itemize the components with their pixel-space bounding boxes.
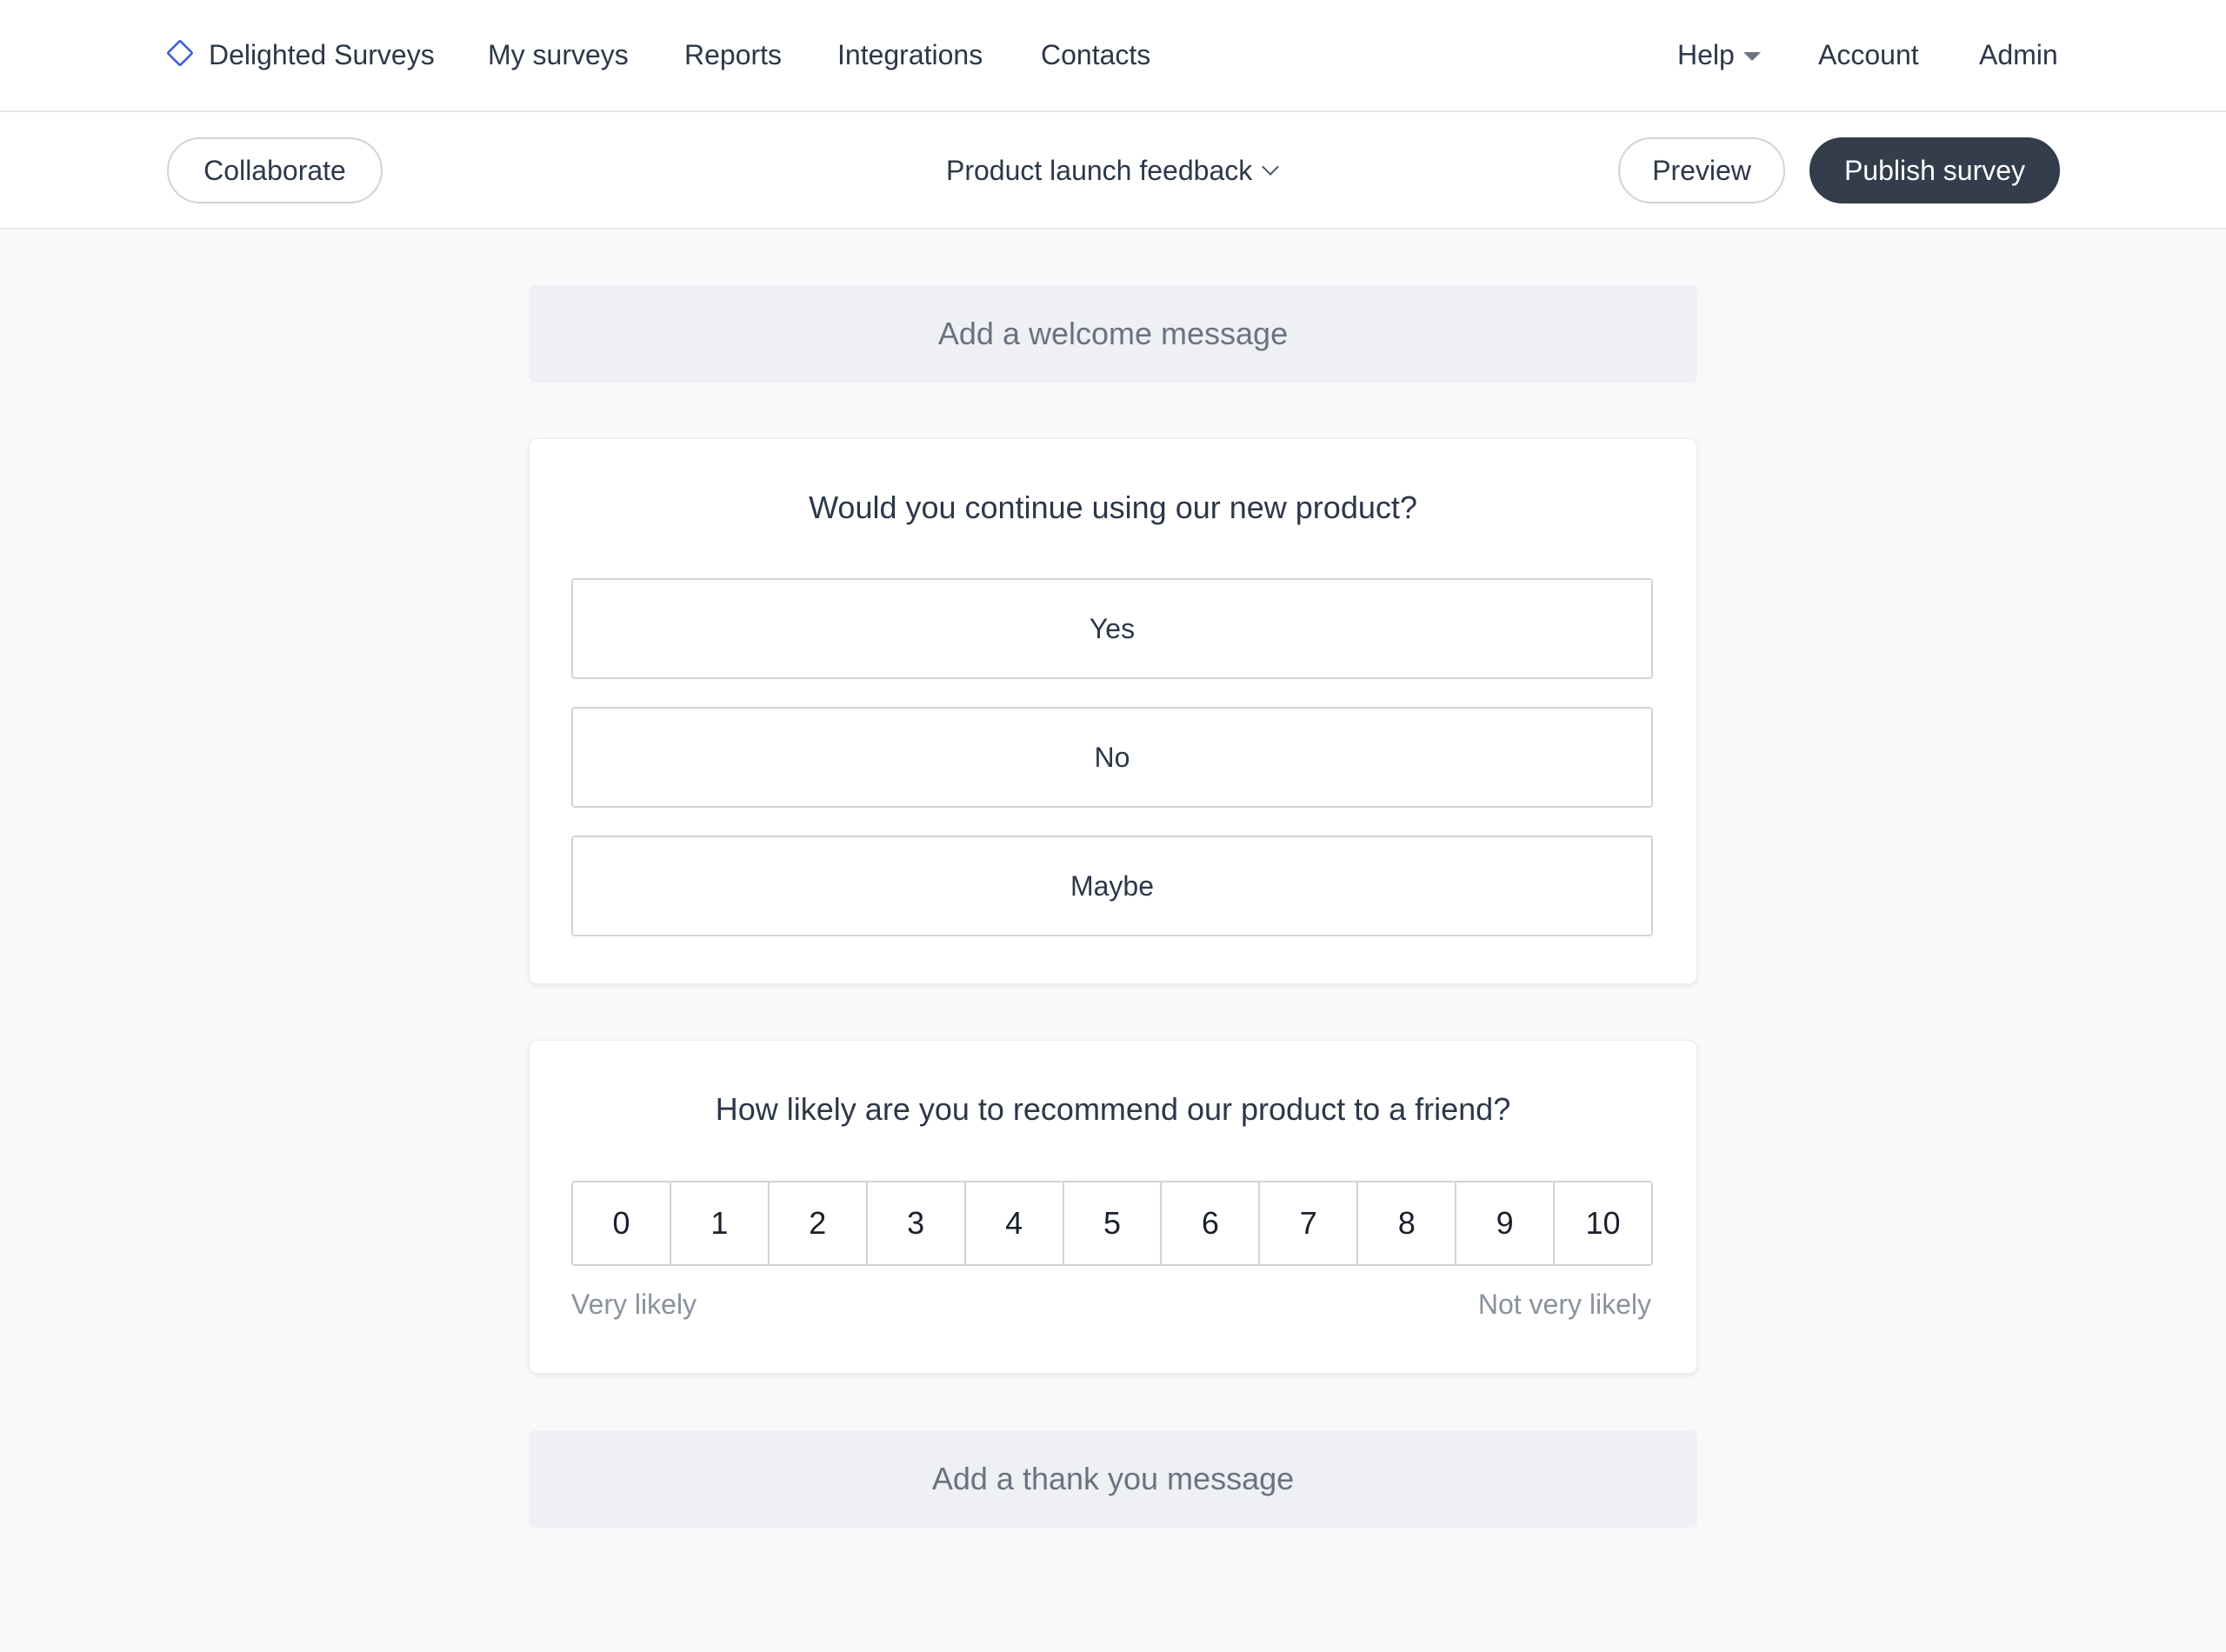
choice-maybe[interactable]: Maybe [571,836,1653,936]
account-label: Account [1818,39,1919,70]
scale-option-10[interactable]: 10 [1555,1182,1651,1264]
nav-account[interactable]: Account [1818,36,1919,74]
nav-my-surveys[interactable]: My surveys [488,36,629,74]
question-card-2: How likely are you to recommend our prod… [529,1040,1697,1374]
help-menu[interactable]: Help [1677,36,1761,74]
preview-button[interactable]: Preview [1618,137,1785,203]
nav-contacts[interactable]: Contacts [1041,36,1150,74]
nav-integrations[interactable]: Integrations [837,36,983,74]
scale-option-0[interactable]: 0 [573,1182,671,1264]
add-welcome-message[interactable]: Add a welcome message [529,285,1697,383]
add-thank-you-message[interactable]: Add a thank you message [529,1430,1697,1528]
nav-link-label: Contacts [1041,39,1151,70]
brand[interactable]: Delighted Surveys [165,36,435,74]
scale-option-2[interactable]: 2 [770,1182,868,1264]
nav-link-label: Reports [684,39,783,70]
question-card-1: Would you continue using our new product… [529,438,1697,984]
scale-option-8[interactable]: 8 [1358,1182,1457,1264]
brand-name: Delighted Surveys [209,39,435,70]
admin-label: Admin [1979,39,2058,70]
scale-option-9[interactable]: 9 [1456,1182,1556,1264]
nav-link-label: My surveys [488,39,629,70]
publish-survey-button[interactable]: Publish survey [1809,137,2060,203]
scale-option-3[interactable]: 3 [868,1182,966,1264]
chevron-down-icon [1262,158,1280,176]
caret-down-icon [1743,52,1761,61]
nav-admin[interactable]: Admin [1979,36,2058,74]
scale-option-6[interactable]: 6 [1162,1182,1261,1264]
diamond-icon [165,38,195,72]
scale-low-label: Very likely [571,1289,697,1320]
choice-no[interactable]: No [571,707,1653,808]
scale-option-7[interactable]: 7 [1260,1182,1359,1264]
survey-toolbar: Collaborate Product launch feedback Prev… [0,112,2226,230]
nav-reports[interactable]: Reports [684,36,782,74]
nav-link-label: Integrations [837,39,983,70]
scale-option-4[interactable]: 4 [966,1182,1064,1264]
question-title: How likely are you to recommend our prod… [715,1091,1511,1127]
survey-selector[interactable]: Product launch feedback [946,150,1280,190]
rating-scale: 0 1 2 3 4 5 6 7 8 9 10 [571,1181,1653,1266]
top-navigation: Delighted Surveys My surveys Reports Int… [0,0,2226,112]
help-label: Help [1677,39,1735,70]
scale-option-5[interactable]: 5 [1064,1182,1163,1264]
choice-yes[interactable]: Yes [571,578,1653,679]
scale-high-label: Not very likely [1477,1289,1651,1320]
question-title: Would you continue using our new product… [809,490,1417,525]
scale-option-1[interactable]: 1 [671,1182,770,1264]
survey-name: Product launch feedback [946,154,1253,186]
collaborate-button[interactable]: Collaborate [167,137,383,203]
